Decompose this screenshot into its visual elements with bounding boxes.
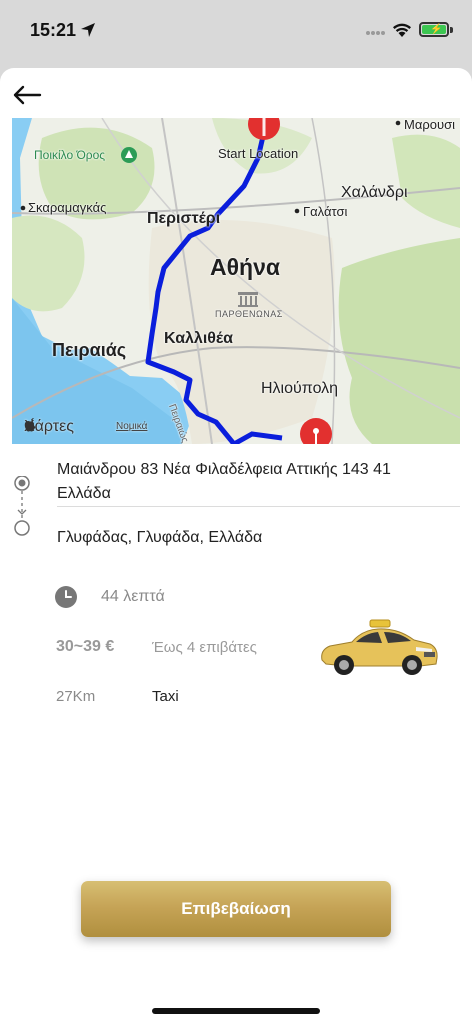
trip-distance: 27Km [56,688,96,705]
map-canvas [12,118,460,444]
map-label-kallithea: Καλλιθέα [164,330,233,347]
pickup-address[interactable]: Μαιάνδρου 83 Νέα Φιλαδέλφεια Αττικής 143… [57,458,447,506]
duration-text: 44 λεπτά [101,588,165,605]
location-arrow-icon [81,23,95,37]
map-label-poikilo: Ποικίλο Όρος [34,148,106,162]
duration-row: 44 λεπτά [55,586,165,608]
map-label-peristeri: Περιστέρι [147,210,221,227]
map-attribution: Χάρτες [24,418,74,436]
route-connector-icon [14,476,30,536]
map-label-marousi: Μαρουσι [404,118,455,132]
passenger-capacity: Έως 4 επιβάτες [152,639,257,656]
home-indicator[interactable] [152,1008,320,1014]
map-label-ilioupoli: Ηλιούπολη [261,380,339,397]
map-label-start: Start Location [218,146,299,161]
status-bar: 15:21 ⚡ [0,0,472,60]
map-label-athina: Αθήνα [210,254,281,280]
battery-tip [450,27,453,33]
clock-icon [55,586,77,608]
price-range: 30~39 € [56,638,115,655]
cellular-signal-icon [366,31,386,35]
end-pin-icon [300,418,332,444]
map-label-skaramagkas: Σκαραμαγκάς [28,200,107,215]
arrow-left-icon [13,85,42,105]
map-label-chalandri: Χαλάνδρι [341,184,408,201]
taxi-car-image [321,619,438,675]
confirm-button[interactable]: Επιβεβαίωση [81,881,391,937]
legal-link[interactable]: Νομικά [116,421,147,432]
route-map[interactable]: Μαρουσι Ποικίλο Όρος Start Location Χαλά… [12,118,460,444]
map-label-peiraias: Πειραιάς [52,340,127,360]
destination-address[interactable]: Γλυφάδας, Γλυφάδα, Ελλάδα [57,529,262,547]
wifi-icon [393,23,411,37]
address-divider [57,506,460,507]
back-button[interactable] [10,82,44,108]
trip-sheet: Μαρουσι Ποικίλο Όρος Start Location Χαλά… [0,68,472,1024]
map-label-parthenonas: ΠΑΡΘΕΝΩΝΑΣ [215,309,283,319]
battery-charging-icon: ⚡ [419,22,449,37]
map-label-galatsi: Γαλάτσι [303,204,348,219]
apple-logo-icon [24,418,36,432]
status-time: 15:21 [30,20,77,40]
vehicle-type: Taxi [152,688,179,705]
